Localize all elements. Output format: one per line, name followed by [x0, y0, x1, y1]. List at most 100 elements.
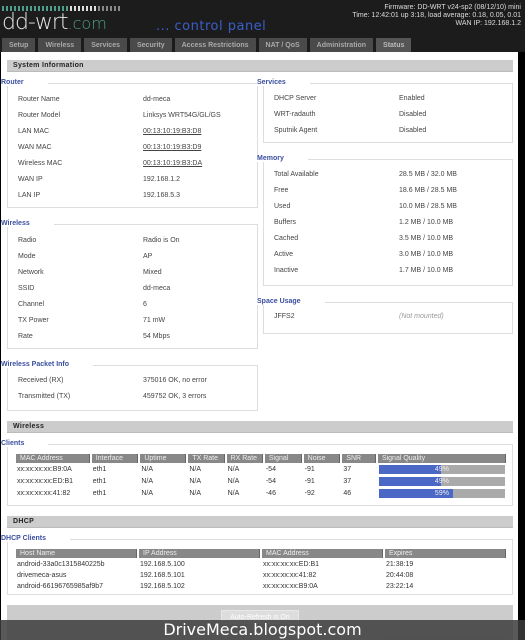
logo-dot — [114, 6, 116, 11]
col-signal[interactable]: Signal — [264, 454, 302, 463]
col-mac-address[interactable]: MAC Address — [16, 454, 90, 463]
cell-noise: -92 — [304, 490, 315, 497]
cell-snr: 37 — [343, 466, 352, 473]
tab-administration[interactable]: Administration — [309, 38, 374, 52]
tx-power-row: TX Power 71 mW — [18, 317, 251, 324]
signal-quality-bar: 59% — [378, 489, 505, 498]
value: 10.0 MB / 28.5 MB — [399, 203, 457, 210]
tab-wireless[interactable]: Wireless — [38, 38, 82, 52]
label: Received (RX) — [18, 377, 64, 384]
signal-quality-label: 59% — [434, 490, 449, 497]
main-nav-tabs: Setup Wireless Services Security Access … — [2, 38, 412, 52]
dhcp-server-row: DHCP Server Enabled — [274, 95, 506, 102]
rx-row: Received (RX) 375016 OK, no error — [18, 377, 251, 384]
value: dd-meca — [143, 285, 171, 292]
table-row: xx:xx:xx:xx:ED:B1 eth1 N/A N/A N/A -54 -91 37 49… — [16, 476, 506, 487]
value: 28.5 MB / 32.0 MB — [399, 171, 457, 178]
label: Sputnik Agent — [274, 127, 318, 134]
cell-expires: 23:22:14 — [386, 582, 414, 590]
services-legend: Services — [257, 79, 310, 86]
cell-uptime: N/A — [141, 466, 154, 473]
label: SSID — [18, 285, 35, 292]
router-legend: Router — [1, 79, 48, 86]
label: TX Power — [18, 317, 49, 324]
active-row: Active 3.0 MB / 10.0 MB — [274, 251, 506, 258]
col-uptime[interactable]: Uptime — [140, 454, 187, 463]
wireless-legend: Wireless — [1, 220, 54, 227]
col-mac-address[interactable]: MAC Address — [262, 549, 383, 558]
free-row: Free 18.6 MB / 28.5 MB — [274, 187, 506, 194]
col-snr[interactable]: SNR — [342, 454, 376, 463]
tab-services[interactable]: Services — [84, 38, 127, 52]
router-model-row: Router Model Linksys WRT54G/GL/GS — [18, 112, 251, 119]
col-tx-rate[interactable]: TX Rate — [188, 454, 225, 463]
firmware-version: Firmware: DD-WRT v24-sp2 (08/12/10) mini — [384, 4, 521, 11]
network-row: Network Mixed — [18, 269, 251, 276]
value: 18.6 MB / 28.5 MB — [399, 187, 457, 194]
cell-mac-address: xx:xx:xx:xx:B9:0A — [263, 582, 318, 590]
cell-rx-rate: N/A — [227, 478, 240, 485]
used-row: Used 10.0 MB / 28.5 MB — [274, 203, 506, 210]
value: 6 — [143, 301, 147, 308]
value: (Not mounted) — [399, 313, 444, 320]
tx-row: Transmitted (TX) 459752 OK, 3 errors — [18, 393, 251, 400]
tab-setup[interactable]: Setup — [2, 38, 36, 52]
label: Router Name — [18, 96, 60, 103]
lan-ip-row: LAN IP 192.168.5.3 — [18, 192, 251, 199]
col-expires[interactable]: Expires — [385, 549, 506, 558]
cell-signal: -54 — [265, 478, 276, 485]
table-row: android-33a0c1315840225b 192.168.5.100 xx:… — [16, 559, 506, 569]
packet-info-legend: Wireless Packet Info — [1, 361, 94, 368]
col-signal-quality[interactable]: Signal Quality — [377, 454, 506, 463]
cell-noise: -91 — [304, 478, 315, 485]
value: AP — [143, 253, 153, 260]
tab-status[interactable]: Status — [376, 38, 412, 52]
cell-host-name: drivemeca-asus — [17, 571, 67, 579]
cell-ip-address: 192.168.5.102 — [140, 582, 185, 590]
col-ip-address[interactable]: IP Address — [139, 549, 260, 558]
jffs2-row: JFFS2 (Not mounted) — [274, 313, 506, 320]
value: 1.7 MB / 10.0 MB — [399, 267, 454, 274]
tab-security[interactable]: Security — [130, 38, 172, 52]
label: Network — [18, 269, 44, 276]
cell-signal: -54 — [265, 466, 276, 473]
inactive-row: Inactive 1.7 MB / 10.0 MB — [274, 267, 506, 274]
value: 192.168.1.2 — [143, 176, 180, 183]
section-system-information: System Information — [7, 60, 513, 72]
cell-ip-address: 192.168.5.101 — [140, 571, 185, 579]
label: Used — [274, 203, 291, 210]
col-host-name[interactable]: Host Name — [16, 549, 137, 558]
label: Radio — [18, 237, 37, 244]
col-interface[interactable]: Interface — [91, 454, 139, 463]
table-row: drivemeca-asus 192.168.5.101 xx:xx:xx:xx:4… — [16, 570, 506, 580]
tab-nat-qos[interactable]: NAT / QoS — [258, 38, 307, 52]
tagline: ... control panel — [156, 19, 267, 34]
cell-ip-address: 192.168.5.100 — [140, 560, 185, 568]
space-usage-fieldset: Space Usage JFFS2 (Not mounted) — [257, 298, 513, 334]
cell-snr: 37 — [343, 478, 352, 485]
label: Total Available — [274, 171, 319, 178]
buffers-row: Buffers 1.2 MB / 10.0 MB — [274, 219, 506, 226]
tab-access-restrictions[interactable]: Access Restrictions — [174, 38, 256, 52]
dhcp-clients-fieldset: DHCP Clients Host Name IP Address MAC Ad… — [1, 535, 513, 595]
window-edge — [518, 52, 525, 640]
value: 71 mW — [143, 317, 166, 324]
cell-mac-address: xx:xx:xx:xx:ED:B1 — [263, 560, 320, 568]
mode-row: Mode AP — [18, 253, 251, 260]
wan-mac-link[interactable]: 00:13:10:19:B3:D9 — [143, 144, 251, 151]
cell-signal: -46 — [265, 490, 276, 497]
label: JFFS2 — [274, 313, 295, 320]
col-noise[interactable]: Noise — [303, 454, 341, 463]
value: Disabled — [399, 127, 427, 134]
lan-mac-link[interactable]: 00:13:10:19:B3:D8 — [143, 128, 251, 135]
cell-signal-quality: 49% — [378, 476, 506, 487]
col-rx-rate[interactable]: RX Rate — [226, 454, 263, 463]
table-row: xx:xx:xx:xx:B9:0A eth1 N/A N/A N/A -54 -91 37 49… — [16, 464, 506, 475]
lan-mac-row: LAN MAC 00:13:10:19:B3:D8 — [18, 128, 251, 135]
radio-row: Radio Radio is On — [18, 237, 251, 244]
channel-row: Channel 6 — [18, 301, 251, 308]
wireless-mac-link[interactable]: 00:13:10:19:B3:DA — [143, 160, 251, 167]
cell-host-name: android-33a0c1315840225b — [17, 560, 105, 568]
value: Linksys WRT54G/GL/GS — [143, 112, 221, 119]
cell-interface: eth1 — [92, 466, 107, 473]
